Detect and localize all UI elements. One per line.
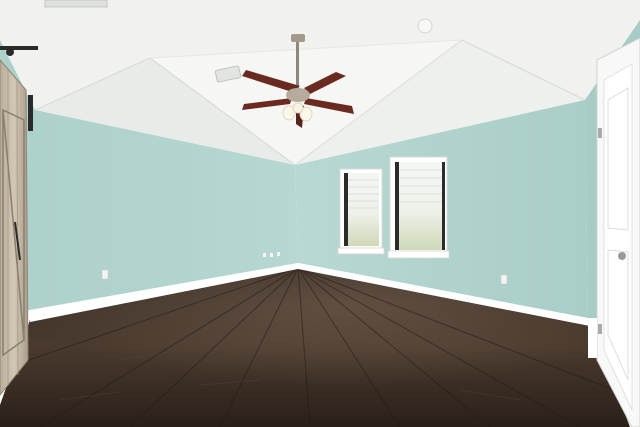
ceiling-vent bbox=[44, 0, 108, 8]
smoke-detector bbox=[417, 18, 433, 34]
fan-downrod bbox=[296, 42, 299, 88]
room-photo bbox=[0, 0, 640, 427]
wall-outlet bbox=[500, 274, 508, 285]
wall-outlet bbox=[101, 269, 109, 280]
window-right bbox=[387, 156, 450, 259]
barn-door-rail bbox=[0, 46, 38, 50]
room-scene bbox=[0, 0, 640, 427]
fan-motor bbox=[286, 88, 310, 102]
window-left bbox=[337, 168, 385, 255]
door-knob-icon[interactable] bbox=[618, 252, 626, 260]
fan-canopy bbox=[291, 34, 305, 42]
